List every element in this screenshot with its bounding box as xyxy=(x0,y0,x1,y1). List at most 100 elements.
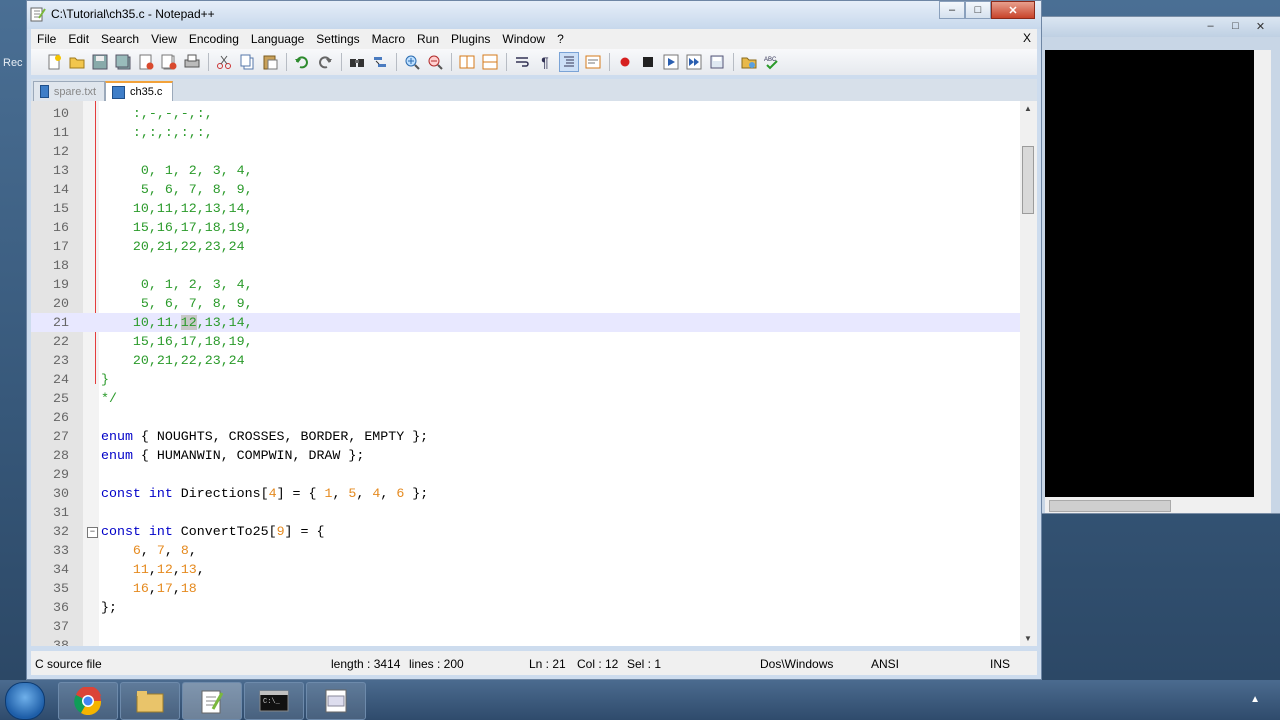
zoom-out-icon[interactable] xyxy=(426,53,444,71)
code-line[interactable]: 36}; xyxy=(31,598,1037,617)
zoom-in-icon[interactable] xyxy=(403,53,421,71)
word-wrap-icon[interactable] xyxy=(513,53,531,71)
window-titlebar[interactable]: C:\Tutorial\ch35.c - Notepad++ – □ ✕ xyxy=(27,1,1041,29)
menu-view[interactable]: View xyxy=(145,32,183,46)
cut-icon[interactable] xyxy=(215,53,233,71)
code-line[interactable]: 37 xyxy=(31,617,1037,636)
background-console-window[interactable]: – □ ✕ xyxy=(1030,16,1280,514)
run-macro-multiple-icon[interactable] xyxy=(685,53,703,71)
code-editor[interactable]: 10 :,-,-,-,:, 11 :,:,:,:,:, 12 13 0, 1, 2, … xyxy=(31,101,1037,646)
print-icon[interactable] xyxy=(183,53,201,71)
vertical-scrollbar[interactable]: ▲ ▼ xyxy=(1020,101,1037,646)
menu-encoding[interactable]: Encoding xyxy=(183,32,245,46)
code-line[interactable]: 26 xyxy=(31,408,1037,427)
code-line[interactable]: 11 :,:,:,:,:, xyxy=(31,123,1037,142)
code-line[interactable]: 22 15,16,17,18,19, xyxy=(31,332,1037,351)
menu-window[interactable]: Window xyxy=(496,32,551,46)
code-line[interactable]: 24} xyxy=(31,370,1037,389)
find-icon[interactable] xyxy=(348,53,366,71)
code-line[interactable]: 27 enum { NOUGHTS, CROSSES, BORDER, EMPTY… xyxy=(31,427,1037,446)
sync-vertical-icon[interactable] xyxy=(458,53,476,71)
maximize-button[interactable]: □ xyxy=(965,1,991,19)
replace-icon[interactable] xyxy=(371,53,389,71)
tab-spare-txt[interactable]: spare.txt xyxy=(33,81,105,101)
code-lines[interactable]: 10 :,-,-,-,:, 11 :,:,:,:,:, 12 13 0, 1, 2, … xyxy=(31,104,1037,646)
menu-settings[interactable]: Settings xyxy=(310,32,365,46)
tab-ch35-c[interactable]: ch35.c xyxy=(105,81,173,101)
taskbar-notepadpp[interactable] xyxy=(182,682,242,720)
code-line[interactable]: 28 enum { HUMANWIN, COMPWIN, DRAW }; xyxy=(31,446,1037,465)
code-line[interactable]: 38 xyxy=(31,636,1037,646)
code-line[interactable]: 12 xyxy=(31,142,1037,161)
play-macro-icon[interactable] xyxy=(662,53,680,71)
console-close-button[interactable]: ✕ xyxy=(1248,18,1273,34)
show-all-characters-icon[interactable]: ¶ xyxy=(536,53,554,71)
close-button[interactable]: ✕ xyxy=(991,1,1035,19)
redo-icon[interactable] xyxy=(316,53,334,71)
console-minimize-button[interactable]: – xyxy=(1198,18,1223,34)
code-line[interactable]: 23 20,21,22,23,24 xyxy=(31,351,1037,370)
menu-language[interactable]: Language xyxy=(245,32,310,46)
undo-icon[interactable] xyxy=(293,53,311,71)
code-line[interactable]: 32 − const int ConvertTo25[9] = { xyxy=(31,522,1037,541)
menu-close-document[interactable]: X xyxy=(1023,31,1031,45)
start-button[interactable] xyxy=(5,682,45,720)
menu-macro[interactable]: Macro xyxy=(366,32,411,46)
menu-edit[interactable]: Edit xyxy=(62,32,95,46)
function-list-icon[interactable] xyxy=(584,53,602,71)
code-line[interactable]: 16 15,16,17,18,19, xyxy=(31,218,1037,237)
code-line[interactable]: 25 */ xyxy=(31,389,1037,408)
code-line[interactable]: 35 16,17,18 xyxy=(31,579,1037,598)
console-maximize-button[interactable]: □ xyxy=(1223,18,1248,34)
code-line[interactable]: 19 0, 1, 2, 3, 4, xyxy=(31,275,1037,294)
code-line[interactable]: 10 :,-,-,-,:, xyxy=(31,104,1037,123)
code-line[interactable]: 15 10,11,12,13,14, xyxy=(31,199,1037,218)
indent-guide-icon[interactable] xyxy=(559,52,579,72)
fold-toggle-icon[interactable]: − xyxy=(87,527,98,538)
spell-check-icon[interactable]: ABC xyxy=(763,53,781,71)
code-line[interactable]: 30 const int Directions[4] = { 1, 5, 4, 6… xyxy=(31,484,1037,503)
taskbar-console[interactable]: C:\_ xyxy=(244,682,304,720)
code-line[interactable]: 29 xyxy=(31,465,1037,484)
scroll-down-arrow[interactable]: ▼ xyxy=(1024,634,1032,643)
console-vertical-scrollbar[interactable] xyxy=(1254,50,1271,497)
menu-help[interactable]: ? xyxy=(551,32,570,46)
menu-run[interactable]: Run xyxy=(411,32,445,46)
paste-icon[interactable] xyxy=(261,53,279,71)
menu-search[interactable]: Search xyxy=(95,32,145,46)
code-line[interactable]: 18 xyxy=(31,256,1037,275)
code-line[interactable]: 20 5, 6, 7, 8, 9, xyxy=(31,294,1037,313)
code-token: , xyxy=(148,581,157,596)
vertical-scroll-thumb[interactable] xyxy=(1022,146,1034,214)
copy-icon[interactable] xyxy=(238,53,256,71)
open-file-icon[interactable] xyxy=(68,53,86,71)
code-line[interactable]: 31 xyxy=(31,503,1037,522)
save-all-icon[interactable] xyxy=(114,53,132,71)
code-line[interactable]: 33 6, 7, 8, xyxy=(31,541,1037,560)
menu-plugins[interactable]: Plugins xyxy=(445,32,496,46)
code-line[interactable]: 34 11,12,13, xyxy=(31,560,1037,579)
save-macro-icon[interactable] xyxy=(708,53,726,71)
console-scroll-thumb[interactable] xyxy=(1049,500,1171,512)
code-line[interactable]: 17 20,21,22,23,24 xyxy=(31,237,1037,256)
folder-launch-icon[interactable] xyxy=(740,53,758,71)
code-line[interactable]: 21 10,11,12,13,14, xyxy=(31,313,1037,332)
new-file-icon[interactable] xyxy=(45,53,63,71)
tray-expand-icon[interactable]: ▲ xyxy=(1250,694,1260,705)
close-file-icon[interactable] xyxy=(137,53,155,71)
sync-horizontal-icon[interactable] xyxy=(481,53,499,71)
close-all-icon[interactable] xyxy=(160,53,178,71)
menu-file[interactable]: File xyxy=(31,32,62,46)
console-horizontal-scrollbar[interactable] xyxy=(1045,497,1271,513)
minimize-button[interactable]: – xyxy=(939,1,965,19)
taskbar-explorer[interactable] xyxy=(120,682,180,720)
record-macro-icon[interactable] xyxy=(616,53,634,71)
scroll-up-arrow[interactable]: ▲ xyxy=(1024,104,1032,113)
code-line[interactable]: 14 5, 6, 7, 8, 9, xyxy=(31,180,1037,199)
code-line[interactable]: 13 0, 1, 2, 3, 4, xyxy=(31,161,1037,180)
taskbar-chrome[interactable] xyxy=(58,682,118,720)
save-icon[interactable] xyxy=(91,53,109,71)
taskbar-app[interactable] xyxy=(306,682,366,720)
stop-macro-icon[interactable] xyxy=(639,53,657,71)
status-lines: lines : 200 xyxy=(409,657,464,671)
